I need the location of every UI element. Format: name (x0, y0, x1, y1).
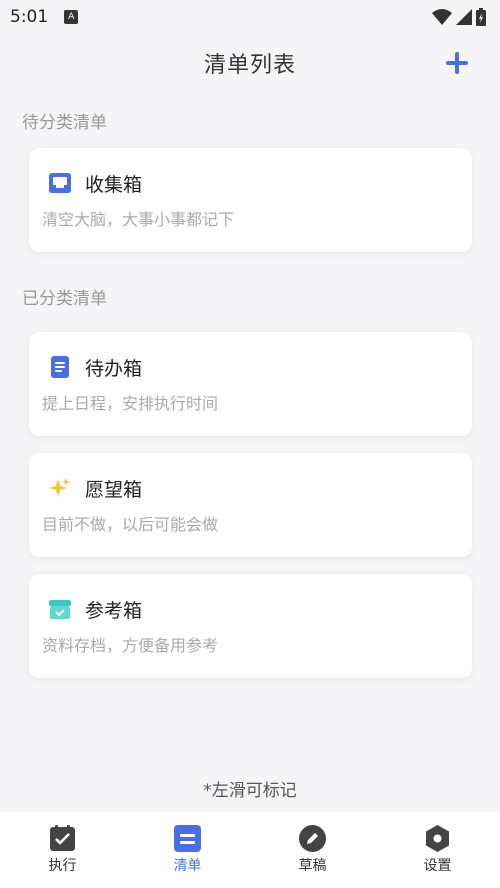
page-title: 清单列表 (203, 53, 296, 78)
tab-label: 草稿 (298, 858, 327, 874)
status-icons (432, 8, 486, 26)
checklist-icon (50, 825, 75, 851)
list-card-wish[interactable]: 愿望箱 目前不做，以后可能会做 (29, 453, 472, 557)
add-list-button[interactable] (444, 50, 470, 76)
section-label-uncategorized: 待分类清单 (22, 113, 107, 133)
wifi-icon (432, 9, 452, 25)
list-card-reference[interactable]: 参考箱 资料存档，方便备用参考 (29, 574, 472, 678)
status-bar: 5:01 A (0, 0, 500, 34)
battery-icon (476, 8, 486, 26)
card-description: 资料存档，方便备用参考 (42, 636, 219, 655)
card-description: 目前不做，以后可能会做 (42, 515, 219, 534)
list-card-inbox[interactable]: 收集箱 清空大脑，大事小事都记下 (29, 148, 472, 252)
status-time: 5:01 (10, 7, 49, 27)
sparkles-icon (49, 478, 70, 497)
archive-box-icon (49, 600, 71, 619)
swipe-hint: *左滑可标记 (203, 781, 297, 801)
tab-lists[interactable]: 清单 (125, 812, 250, 888)
card-description: 清空大脑，大事小事都记下 (42, 210, 235, 229)
list-icon (174, 825, 201, 852)
tab-label: 设置 (423, 858, 452, 874)
section-label-categorized: 已分类清单 (22, 289, 107, 309)
hexagon-settings-icon (426, 825, 449, 852)
tab-execute[interactable]: 执行 (0, 812, 125, 888)
card-title: 待办箱 (85, 358, 143, 380)
inbox-icon (49, 173, 71, 193)
card-title: 收集箱 (85, 174, 143, 196)
tab-label: 执行 (48, 858, 77, 874)
list-card-todo[interactable]: 待办箱 提上日程，安排执行时间 (29, 332, 472, 436)
tab-drafts[interactable]: 草稿 (250, 812, 375, 888)
signal-icon (456, 9, 472, 25)
header: 清单列表 (0, 40, 500, 86)
pencil-icon (299, 825, 326, 852)
document-icon (51, 356, 69, 378)
card-title: 参考箱 (85, 600, 143, 622)
bottom-tab-bar: 执行 清单 草稿 设置 (0, 812, 500, 888)
tab-label: 清单 (173, 858, 202, 874)
card-title: 愿望箱 (85, 479, 143, 501)
tab-settings[interactable]: 设置 (375, 812, 500, 888)
card-description: 提上日程，安排执行时间 (42, 394, 219, 413)
accessibility-notification-icon: A (64, 10, 79, 24)
